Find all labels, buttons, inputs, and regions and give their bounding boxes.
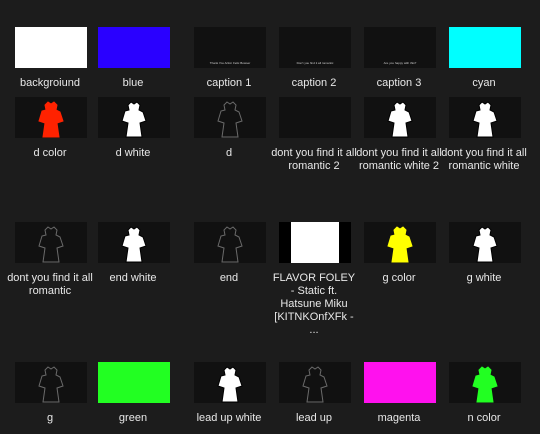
file-thumbnail xyxy=(449,222,521,263)
file-name-label: backgroiund xyxy=(20,77,80,89)
file-thumbnail xyxy=(364,362,436,403)
file-name-label: magenta xyxy=(377,412,421,424)
thumbnail-caption-text: Thank You Artist: Felix Bowser xyxy=(209,61,251,65)
file-name-label: g white xyxy=(466,272,502,284)
file-thumbnail xyxy=(279,222,351,263)
file-thumbnail: Thank You Artist: Felix Bowser xyxy=(194,27,266,68)
character-figure-icon xyxy=(121,226,147,263)
file-name-label: cyan xyxy=(472,77,496,89)
file-thumbnail xyxy=(15,222,87,263)
thumbnail-caption-text: Don't you find it all romantic xyxy=(296,61,334,65)
character-figure-icon xyxy=(472,366,498,403)
file-name-label: caption 2 xyxy=(291,77,337,89)
file-name-label: dont you find it all romantic white 2 xyxy=(356,147,442,172)
character-figure-icon xyxy=(121,101,147,138)
file-thumbnail xyxy=(449,97,521,138)
file-thumbnail xyxy=(98,222,170,263)
file-thumbnail xyxy=(194,222,266,263)
character-figure-icon xyxy=(217,101,243,138)
file-thumbnail xyxy=(15,362,87,403)
character-figure-icon xyxy=(472,101,498,138)
file-thumbnail: Don't you find it all romantic xyxy=(279,27,351,68)
file-name-label: d xyxy=(225,147,233,159)
file-name-label: caption 3 xyxy=(376,77,422,89)
file-thumbnail xyxy=(449,27,521,68)
file-thumbnail xyxy=(279,362,351,403)
file-name-label: lead up xyxy=(295,412,333,424)
character-figure-icon xyxy=(217,366,243,403)
file-thumbnail xyxy=(194,97,266,138)
file-name-label: d color xyxy=(33,147,67,159)
file-thumbnail: Are you happy with this? xyxy=(364,27,436,68)
file-name-label: caption 1 xyxy=(206,77,252,89)
file-name-label: lead up white xyxy=(196,412,262,424)
file-name-label: blue xyxy=(122,77,144,89)
file-grid: backgroiund blue Thank You Artist: Felix B… xyxy=(0,0,540,434)
character-figure-icon xyxy=(472,226,498,263)
file-thumbnail xyxy=(449,362,521,403)
character-figure-icon xyxy=(387,226,413,263)
character-figure-icon xyxy=(38,366,64,403)
file-name-label: g xyxy=(46,412,54,424)
file-thumbnail xyxy=(15,27,87,68)
file-name-label: dont you find it all romantic white xyxy=(441,147,527,172)
file-name-label: FLAVOR FOLEY - Static ft. Hatsune Miku [… xyxy=(272,272,356,336)
character-figure-icon xyxy=(217,226,243,263)
file-thumbnail xyxy=(98,97,170,138)
file-name-label: green xyxy=(118,412,148,424)
video-frame-icon xyxy=(279,222,351,263)
file-name-label: g color xyxy=(382,272,416,284)
file-thumbnail xyxy=(15,97,87,138)
character-figure-icon xyxy=(38,226,64,263)
file-name-label: n color xyxy=(467,412,501,424)
file-name-label: end xyxy=(219,272,239,284)
character-figure-icon xyxy=(38,101,64,138)
file-thumbnail xyxy=(98,27,170,68)
thumbnail-caption-text: Are you happy with this? xyxy=(383,61,417,65)
file-thumbnail xyxy=(98,362,170,403)
file-thumbnail xyxy=(364,97,436,138)
file-thumbnail xyxy=(279,97,351,138)
character-figure-icon xyxy=(302,366,328,403)
file-thumbnail xyxy=(364,222,436,263)
file-thumbnail xyxy=(194,362,266,403)
file-name-label: end white xyxy=(109,272,157,284)
character-figure-icon xyxy=(387,101,413,138)
file-name-label: dont you find it all romantic 2 xyxy=(271,147,357,172)
file-name-label: d white xyxy=(115,147,151,159)
file-name-label: dont you find it all romantic xyxy=(7,272,93,297)
